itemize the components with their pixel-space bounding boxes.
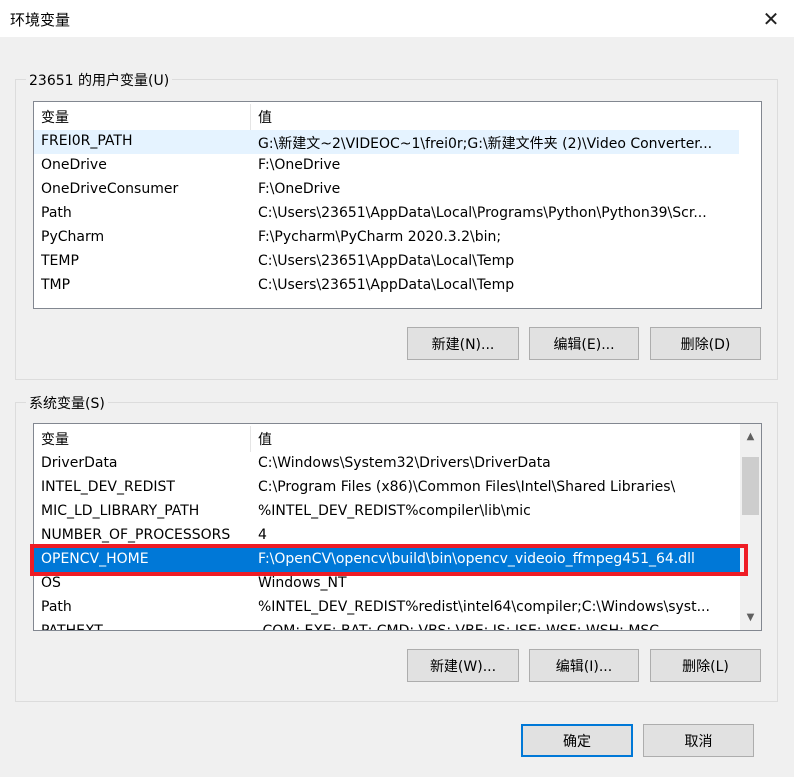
- user-edit-button[interactable]: 编辑(E)...: [529, 327, 639, 360]
- user-delete-button[interactable]: 删除(D): [650, 327, 761, 360]
- table-row[interactable]: NUMBER_OF_PROCESSORS 4: [34, 524, 740, 548]
- var-value: C:\Users\23651\AppData\Local\Programs\Py…: [258, 205, 707, 221]
- var-name: TEMP: [41, 253, 79, 269]
- var-name: DriverData: [41, 455, 118, 471]
- window-title: 环境变量: [10, 11, 71, 29]
- var-name: NUMBER_OF_PROCESSORS: [41, 527, 231, 543]
- scroll-thumb[interactable]: [742, 457, 759, 515]
- var-name: OneDrive: [41, 157, 107, 173]
- var-name: OneDriveConsumer: [41, 181, 179, 197]
- var-name: Path: [41, 599, 72, 615]
- user-vars-group-label: 23651 的用户变量(U): [26, 70, 173, 90]
- cancel-button[interactable]: 取消: [643, 724, 754, 757]
- table-row[interactable]: PATHEXT .COM;.EXE;.BAT;.CMD;.VBS;.VBE;.J…: [34, 620, 740, 631]
- column-header-variable[interactable]: 变量: [41, 107, 251, 127]
- var-name: PyCharm: [41, 229, 105, 245]
- table-row[interactable]: OS Windows_NT: [34, 572, 740, 596]
- var-value: .COM;.EXE;.BAT;.CMD;.VBS;.VBE;.JS;.JSE;.…: [258, 623, 660, 631]
- column-header-variable[interactable]: 变量: [41, 429, 251, 449]
- var-value: C:\Users\23651\AppData\Local\Temp: [258, 277, 515, 293]
- table-row[interactable]: Path C:\Users\23651\AppData\Local\Progra…: [34, 202, 761, 226]
- vertical-scrollbar[interactable]: ▲ ▼: [740, 424, 761, 630]
- table-row[interactable]: OneDrive F:\OneDrive: [34, 154, 761, 178]
- var-value: C:\Program Files (x86)\Common Files\Inte…: [258, 479, 676, 495]
- close-icon[interactable]: ✕: [748, 0, 794, 38]
- system-vars-header: 变量 值: [34, 426, 740, 452]
- var-value: F:\OneDrive: [258, 157, 341, 173]
- table-row[interactable]: TEMP C:\Users\23651\AppData\Local\Temp: [34, 250, 761, 274]
- scroll-down-icon[interactable]: ▼: [740, 607, 761, 628]
- table-row[interactable]: OneDriveConsumer F:\OneDrive: [34, 178, 761, 202]
- table-row[interactable]: MIC_LD_LIBRARY_PATH %INTEL_DEV_REDIST%co…: [34, 500, 740, 524]
- system-vars-group-label: 系统变量(S): [26, 393, 108, 413]
- system-new-button[interactable]: 新建(W)...: [407, 649, 519, 682]
- table-row-selected[interactable]: OPENCV_HOME F:\OpenCV\opencv\build\bin\o…: [34, 548, 740, 572]
- table-row[interactable]: PyCharm F:\Pycharm\PyCharm 2020.3.2\bin;: [34, 226, 761, 250]
- var-value: C:\Windows\System32\Drivers\DriverData: [258, 455, 551, 471]
- column-header-value[interactable]: 值: [258, 107, 272, 127]
- table-row[interactable]: INTEL_DEV_REDIST C:\Program Files (x86)\…: [34, 476, 740, 500]
- ok-button[interactable]: 确定: [521, 724, 633, 757]
- var-value: C:\Users\23651\AppData\Local\Temp: [258, 253, 515, 269]
- title-bar: 环境变量 ✕: [0, 0, 794, 38]
- system-vars-list[interactable]: 变量 值 DriverData C:\Windows\System32\Driv…: [33, 423, 762, 631]
- table-row[interactable]: DriverData C:\Windows\System32\Drivers\D…: [34, 452, 740, 476]
- user-new-button[interactable]: 新建(N)...: [407, 327, 519, 360]
- var-name: OS: [41, 575, 61, 591]
- system-edit-button[interactable]: 编辑(I)...: [529, 649, 639, 682]
- column-header-value[interactable]: 值: [258, 429, 272, 449]
- var-name: INTEL_DEV_REDIST: [41, 479, 175, 495]
- var-value: F:\OneDrive: [258, 181, 341, 197]
- table-row[interactable]: TMP C:\Users\23651\AppData\Local\Temp: [34, 274, 761, 298]
- table-row[interactable]: FREI0R_PATH G:\新建文~2\VIDEOC~1\frei0r;G:\…: [34, 130, 739, 154]
- var-value: Windows_NT: [258, 575, 347, 591]
- var-name: TMP: [41, 277, 71, 293]
- column-divider[interactable]: [250, 104, 251, 130]
- var-value: G:\新建文~2\VIDEOC~1\frei0r;G:\新建文件夹 (2)\Vi…: [258, 136, 713, 152]
- system-delete-button[interactable]: 删除(L): [650, 649, 761, 682]
- var-value: %INTEL_DEV_REDIST%redist\intel64\compile…: [258, 599, 710, 615]
- var-name: OPENCV_HOME: [41, 551, 149, 567]
- table-row[interactable]: Path %INTEL_DEV_REDIST%redist\intel64\co…: [34, 596, 740, 620]
- column-divider[interactable]: [250, 426, 251, 452]
- var-value: F:\Pycharm\PyCharm 2020.3.2\bin;: [258, 229, 502, 245]
- var-value: %INTEL_DEV_REDIST%compiler\lib\mic: [258, 503, 531, 519]
- var-name: MIC_LD_LIBRARY_PATH: [41, 503, 200, 519]
- var-name: PATHEXT: [41, 623, 103, 631]
- var-name: FREI0R_PATH: [41, 133, 133, 149]
- var-name: Path: [41, 205, 72, 221]
- var-value: F:\OpenCV\opencv\build\bin\opencv_videoi…: [258, 551, 695, 567]
- var-value: 4: [258, 527, 267, 543]
- user-vars-header: 变量 值: [34, 104, 761, 130]
- scroll-up-icon[interactable]: ▲: [740, 426, 761, 447]
- user-vars-list[interactable]: 变量 值 FREI0R_PATH G:\新建文~2\VIDEOC~1\frei0…: [33, 101, 762, 309]
